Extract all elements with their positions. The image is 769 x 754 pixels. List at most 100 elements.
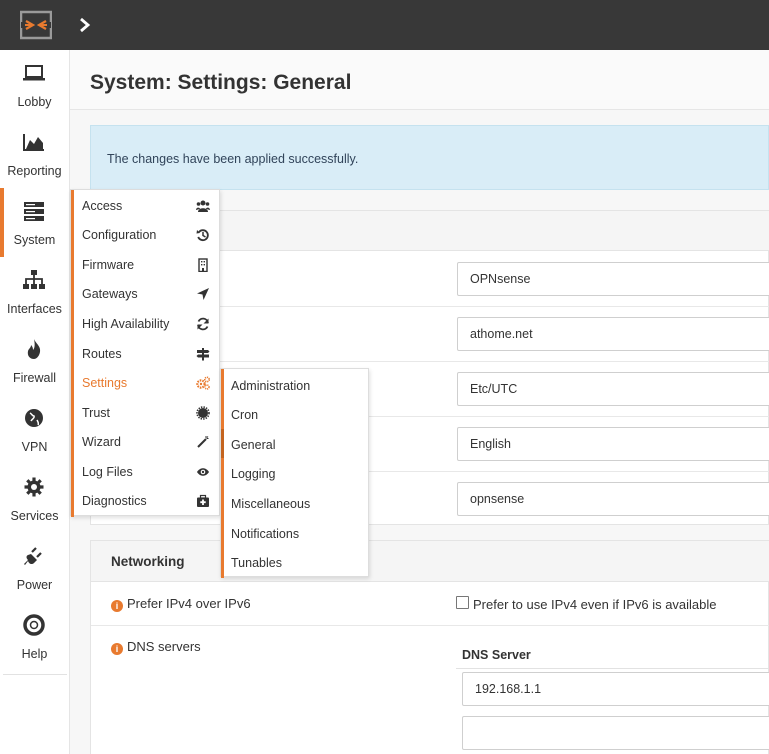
plug-icon	[24, 547, 42, 565]
prefer-ipv4-text: Prefer IPv4 over IPv6	[127, 596, 251, 611]
prefer-ipv4-checkbox-label: Prefer to use IPv4 even if IPv6 is avail…	[473, 597, 717, 612]
menu-item-configuration[interactable]: Configuration	[71, 220, 219, 249]
nav-label: Services	[10, 509, 59, 523]
submenu-item-label: Cron	[231, 408, 259, 422]
nav-power[interactable]: Power	[0, 533, 69, 602]
dns-servers-label: i DNS servers	[111, 639, 201, 655]
submenu-item-label: Tunables	[231, 556, 282, 570]
submenu-item-cron[interactable]: Cron	[221, 399, 368, 428]
submenu-item-label: Administration	[231, 379, 311, 393]
domain-field[interactable]: athome.net	[457, 317, 769, 351]
nav-divider	[3, 674, 67, 675]
menu-item-label: Access	[82, 199, 123, 213]
submenu-item-label: General	[231, 438, 276, 452]
menu-item-label: Wizard	[82, 435, 121, 449]
theme-field[interactable]: opnsense	[457, 482, 769, 516]
menu-item-label: High Availability	[82, 317, 170, 331]
users-icon	[196, 200, 210, 212]
menu-item-log-files[interactable]: Log Files	[71, 457, 219, 486]
row-divider	[91, 625, 769, 626]
dns-table-header: DNS Server	[456, 639, 769, 669]
submenu-item-label: Notifications	[231, 527, 300, 541]
submenu-item-label: Logging	[231, 467, 276, 481]
opnsense-logo-icon[interactable]	[20, 9, 52, 41]
nav-label: Help	[21, 647, 48, 661]
eye-icon	[197, 468, 209, 476]
menu-item-label: Routes	[82, 347, 122, 361]
info-icon[interactable]: i	[111, 600, 123, 612]
language-field[interactable]: English	[457, 427, 769, 461]
building-icon	[198, 258, 208, 272]
menu-item-label: Trust	[82, 406, 111, 420]
medkit-icon	[197, 494, 209, 507]
system-menu: Access Configuration Firmware Gateways H…	[70, 189, 220, 517]
networking-panel: Networking i Prefer IPv4 over IPv6 Prefer…	[90, 540, 769, 754]
certificate-icon	[196, 406, 210, 420]
nav-label: Power	[16, 578, 53, 592]
nav-interfaces[interactable]: Interfaces	[0, 257, 69, 326]
menu-item-routes[interactable]: Routes	[71, 339, 219, 368]
dns-server-input[interactable]: 192.168.1.1	[462, 672, 769, 706]
alert-text: The changes have been applied successful…	[107, 152, 359, 166]
cogs-icon	[196, 376, 210, 390]
nav-label: Firewall	[12, 371, 57, 385]
nav-label: VPN	[21, 440, 48, 454]
submenu-item-tunables[interactable]: Tunables	[221, 547, 368, 576]
menu-item-label: Firmware	[82, 258, 135, 272]
submenu-item-miscellaneous[interactable]: Miscellaneous	[221, 488, 368, 517]
menu-item-label: Log Files	[82, 465, 133, 479]
timezone-field[interactable]: Etc/UTC	[457, 372, 769, 406]
menu-item-settings[interactable]: Settings	[71, 368, 219, 397]
nav-label: Lobby	[17, 95, 52, 109]
nav-label: Interfaces	[7, 302, 62, 316]
history-icon	[196, 229, 209, 242]
submenu-item-administration[interactable]: Administration	[221, 370, 368, 399]
networking-title: Networking	[111, 554, 185, 569]
page-title: System: Settings: General	[90, 71, 352, 94]
nav-reporting[interactable]: Reporting	[0, 119, 69, 188]
menu-item-label: Settings	[82, 376, 128, 390]
magic-wand-icon	[197, 436, 209, 448]
fire-icon	[27, 339, 41, 359]
dns-server-column: DNS Server	[462, 648, 531, 662]
submenu-item-notifications[interactable]: Notifications	[221, 518, 368, 547]
nav-system[interactable]: System	[0, 188, 69, 257]
dns-servers-text: DNS servers	[127, 639, 201, 654]
signpost-icon	[196, 348, 210, 361]
lifebuoy-icon	[23, 614, 45, 636]
networking-header: Networking	[91, 541, 769, 582]
nav-help[interactable]: Help	[0, 602, 69, 671]
menu-item-gateways[interactable]: Gateways	[71, 279, 219, 308]
info-icon[interactable]: i	[111, 643, 123, 655]
menu-item-access[interactable]: Access	[71, 191, 219, 220]
laptop-icon	[23, 65, 45, 81]
menu-item-trust[interactable]: Trust	[71, 398, 219, 427]
nav-vpn[interactable]: VPN	[0, 395, 69, 464]
server-icon	[24, 202, 44, 221]
refresh-icon	[197, 317, 209, 331]
prefer-ipv4-checkbox[interactable]	[456, 596, 469, 609]
menu-item-firmware[interactable]: Firmware	[71, 250, 219, 279]
menu-item-label: Gateways	[82, 287, 138, 301]
location-arrow-icon	[197, 288, 209, 300]
settings-submenu: Administration Cron General Logging Misc…	[220, 368, 369, 578]
left-nav: Lobby Reporting System Interfaces Firewa…	[0, 50, 70, 754]
submenu-item-logging[interactable]: Logging	[221, 458, 368, 487]
menu-item-diagnostics[interactable]: Diagnostics	[71, 486, 219, 515]
top-bar	[0, 0, 769, 50]
menu-item-label: Configuration	[82, 228, 157, 242]
nav-lobby[interactable]: Lobby	[0, 50, 69, 119]
nav-firewall[interactable]: Firewall	[0, 326, 69, 395]
chevron-right-icon[interactable]	[76, 15, 94, 35]
submenu-item-general[interactable]: General	[221, 429, 368, 458]
submenu-item-label: Miscellaneous	[231, 497, 311, 511]
menu-item-label: Diagnostics	[82, 494, 147, 508]
dns-server-input[interactable]	[462, 716, 769, 750]
globe-icon	[25, 409, 43, 427]
nav-services[interactable]: Services	[0, 464, 69, 533]
sitemap-icon	[23, 270, 45, 289]
menu-item-wizard[interactable]: Wizard	[71, 427, 219, 456]
nav-label: Reporting	[7, 164, 62, 178]
hostname-field[interactable]: OPNsense	[457, 262, 769, 296]
menu-item-high-availability[interactable]: High Availability	[71, 309, 219, 338]
